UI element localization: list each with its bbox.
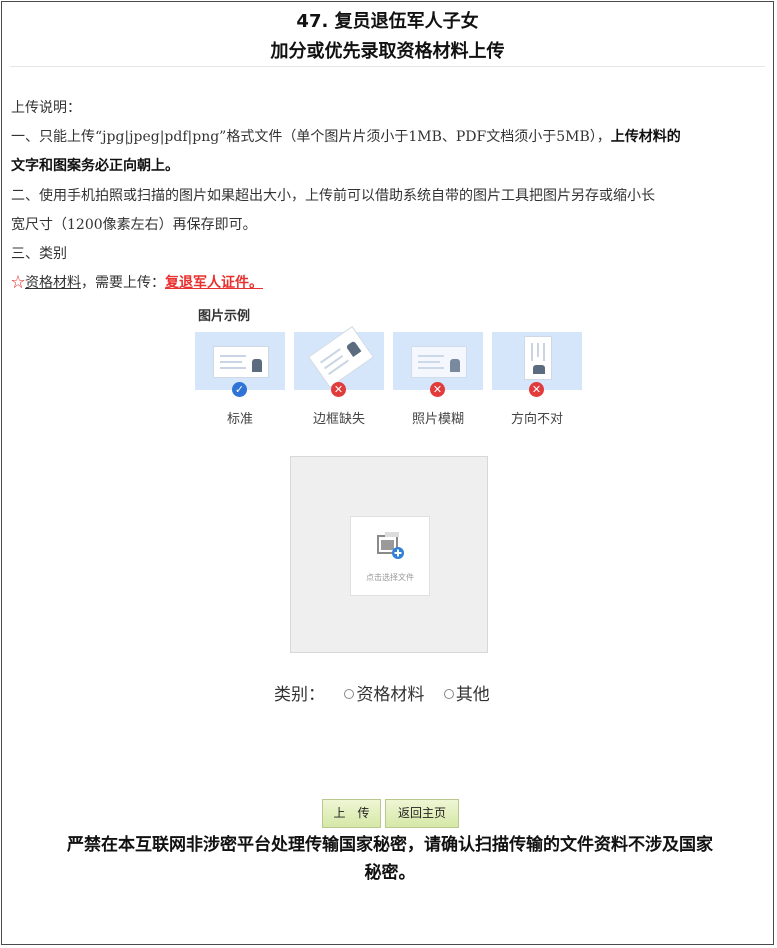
back-home-button[interactable]: 返回主页 (385, 799, 459, 828)
required-material-item: 复退军人证件。 (165, 275, 263, 291)
radio-icon[interactable] (443, 689, 454, 699)
radio-icon[interactable] (344, 689, 355, 699)
id-card-image (307, 325, 375, 389)
required-material-line: ☆资格材料，需要上传：复退军人证件。 (11, 269, 767, 298)
example-card-wrong-orientation: ✕ (492, 332, 582, 397)
category-option-other[interactable]: 其他 (443, 685, 490, 705)
security-warning-line1: 严禁在本互联网非涉密平台处理传输国家秘密，请确认扫描传输的文件资料不涉及国家 (67, 835, 713, 855)
page-title-line2: 加分或优先录取资格材料上传 (270, 41, 505, 62)
security-warning-line2: 秘密。 (364, 863, 416, 883)
instruction-item-1-bold-cont: 文字和图案务必正向朝上。 (11, 158, 179, 174)
instruction-item-1-cont: 文字和图案务必正向朝上。 (11, 152, 767, 181)
category-option-qualification-label: 资格材料 (356, 685, 425, 705)
id-card-image (213, 346, 269, 378)
upload-dropzone[interactable]: 点击选择文件 (290, 456, 488, 653)
instruction-item-1: 一、只能上传“jpg|jpeg|pdf|png”格式文件（单个图片片须小于1MB… (11, 123, 767, 152)
example-label-standard: 标准 (226, 412, 253, 427)
instructions-heading: 上传说明： (11, 100, 81, 116)
example-card-border-missing: ✕ (294, 325, 384, 397)
file-picker-label: 点击选择文件 (366, 573, 414, 582)
upload-button[interactable]: 上 传 (322, 799, 381, 828)
required-material-middle: ，需要上传： (81, 275, 165, 291)
star-icon: ☆ (11, 275, 25, 291)
example-label-border-missing: 边框缺失 (312, 412, 365, 427)
instruction-item-1-text: 一、只能上传“jpg|jpeg|pdf|png”格式文件（单个图片片须小于1MB… (11, 129, 611, 145)
security-warning: 严禁在本互联网非涉密平台处理传输国家秘密，请确认扫描传输的文件资料不涉及国家 秘… (12, 831, 768, 887)
required-material-type: 资格材料 (25, 275, 81, 291)
id-card-image (524, 336, 552, 380)
example-card-standard: ✓ (195, 332, 285, 397)
category-option-other-label: 其他 (455, 685, 490, 705)
page-title-line1: 47. 复员退伍军人子女 (296, 11, 479, 32)
instruction-item-3: 三、类别 (11, 246, 67, 262)
category-selector: 类别： 资格材料 其他 (274, 680, 490, 705)
example-label-blurry: 照片模糊 (411, 412, 464, 427)
add-file-icon (377, 532, 404, 559)
example-label-wrong-orientation: 方向不对 (510, 412, 563, 427)
error-icon: ✕ (430, 382, 445, 397)
error-icon: ✕ (529, 382, 544, 397)
page-frame: 47. 复员退伍军人子女 加分或优先录取资格材料上传 上传说明： 一、只能上传“… (1, 1, 774, 945)
check-icon: ✓ (232, 382, 247, 397)
instruction-item-1-bold: 上传材料的 (610, 129, 681, 145)
example-title: 图片示例 (198, 309, 251, 324)
error-icon: ✕ (331, 382, 346, 397)
category-label: 类别： (274, 685, 325, 705)
example-card-blurry: ✕ (393, 332, 483, 397)
category-option-qualification[interactable]: 资格材料 (344, 685, 424, 705)
header-divider (10, 66, 765, 67)
instruction-item-2-line2: 宽尺寸（1200像素左右）再保存即可。 (11, 217, 257, 233)
file-picker-button[interactable]: 点击选择文件 (350, 516, 430, 596)
id-card-image (411, 346, 467, 378)
instruction-item-2-line1: 二、使用手机拍照或扫描的图片如果超出大小，上传前可以借助系统自带的图片工具把图片… (11, 188, 655, 204)
